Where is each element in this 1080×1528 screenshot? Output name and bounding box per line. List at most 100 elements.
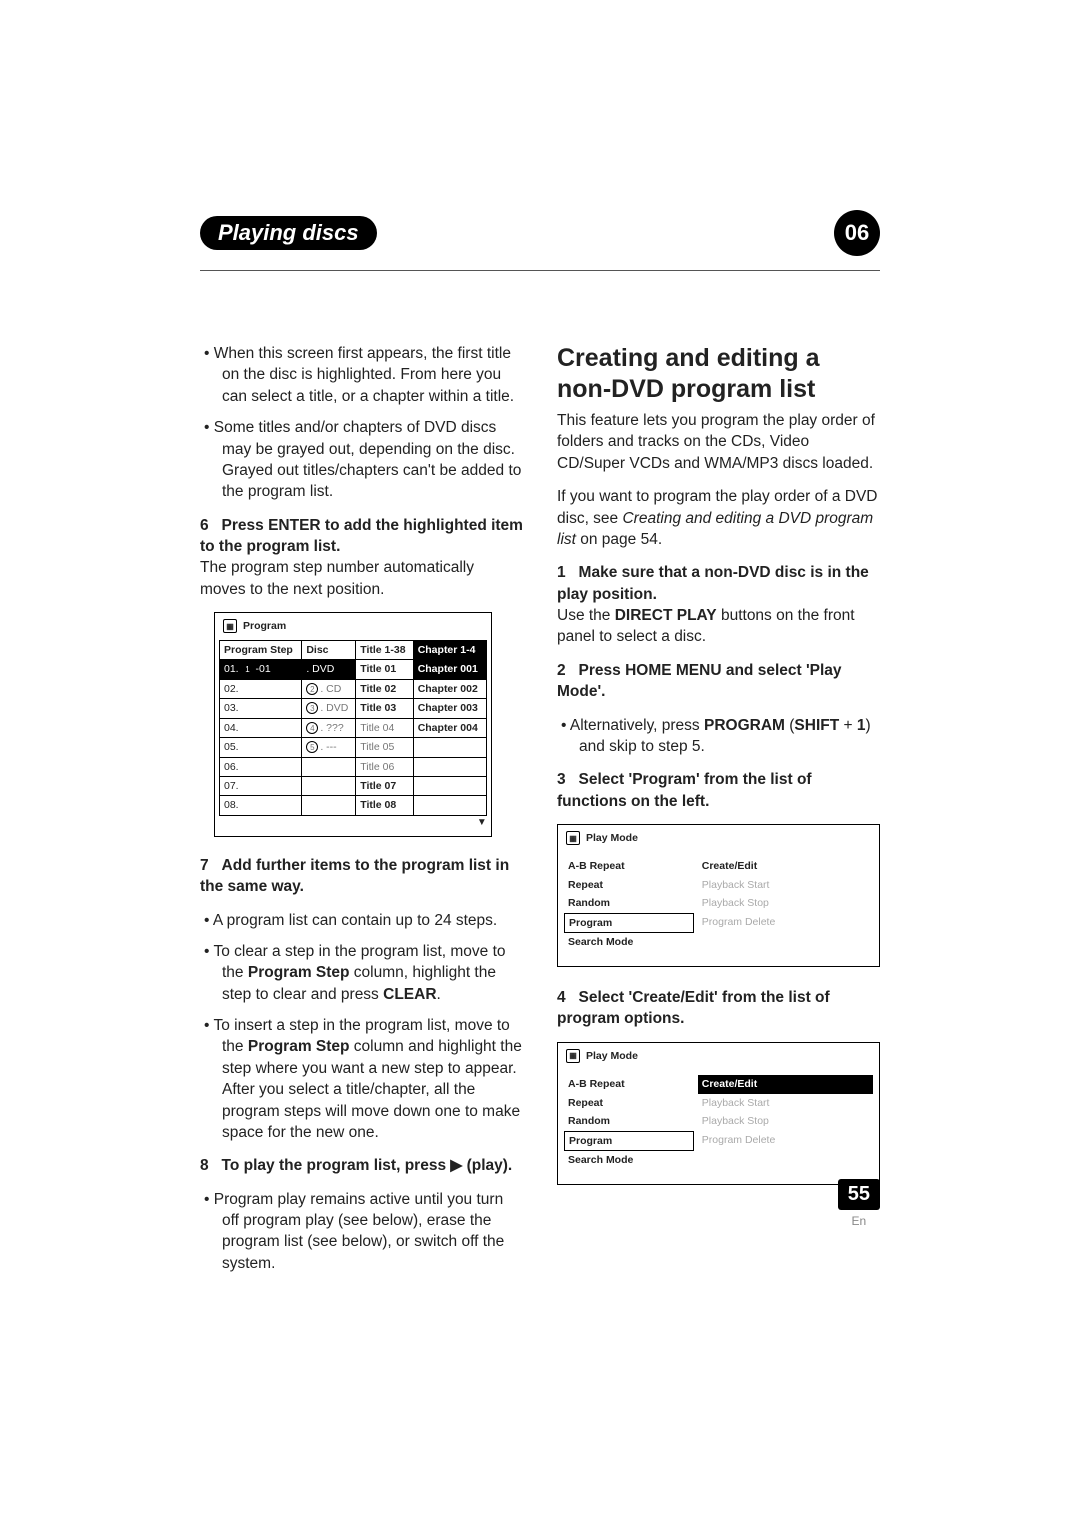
step-8: 8 To play the program list, press ▶ (pla… bbox=[200, 1155, 523, 1176]
scroll-down-indicator: ▼ bbox=[219, 816, 487, 830]
play-mode-title: ▦ Play Mode bbox=[558, 1043, 879, 1069]
text: Alternatively, press bbox=[570, 717, 704, 734]
play-mode-right-item: Playback Stop bbox=[698, 894, 873, 912]
page: Playing discs 06 When this screen first … bbox=[0, 0, 1080, 1528]
right-column: Creating and editing a non-DVD program l… bbox=[557, 343, 880, 1286]
play-mode-right-list: Create/EditPlayback StartPlayback StopPr… bbox=[698, 1075, 873, 1169]
list-item: To insert a step in the program list, mo… bbox=[222, 1015, 523, 1143]
cell-step: 02. bbox=[220, 679, 302, 698]
play-mode-left-item: Repeat bbox=[564, 1094, 694, 1112]
step-7-bullets: A program list can contain up to 24 step… bbox=[200, 910, 523, 1144]
step-2: 2 Press HOME MENU and select 'Play Mode'… bbox=[557, 660, 880, 703]
step-number: 4 bbox=[557, 989, 566, 1006]
header-rule bbox=[200, 270, 880, 271]
text-bold: 1 bbox=[857, 717, 866, 734]
cell-step: 06. bbox=[220, 757, 302, 776]
play-mode-left-item: A-B Repeat bbox=[564, 857, 694, 875]
play-mode-right-item: Create/Edit bbox=[698, 857, 873, 875]
text-bold: PROGRAM bbox=[704, 717, 785, 734]
paragraph: This feature lets you program the play o… bbox=[557, 410, 880, 474]
step-heading: To play the program list, press ▶ (play)… bbox=[222, 1157, 513, 1174]
play-mode-left-item: Random bbox=[564, 894, 694, 912]
play-mode-left-list: A-B RepeatRepeatRandomProgramSearch Mode bbox=[564, 857, 694, 951]
col-disc: Disc bbox=[302, 640, 356, 659]
play-mode-icon: ▦ bbox=[566, 831, 580, 845]
cell-disc bbox=[302, 796, 356, 815]
cell-title: Title 08 bbox=[356, 796, 413, 815]
col-title: Title 1-38 bbox=[356, 640, 413, 659]
cell-chapter: Chapter 001 bbox=[413, 660, 486, 679]
step-number: 6 bbox=[200, 517, 209, 534]
play-mode-right-item: Playback Start bbox=[698, 876, 873, 894]
cell-disc: . DVD bbox=[302, 660, 356, 679]
page-number: 55 bbox=[838, 1179, 880, 1210]
cell-chapter: Chapter 002 bbox=[413, 679, 486, 698]
list-item: Program play remains active until you tu… bbox=[222, 1189, 523, 1275]
play-mode-title-label: Play Mode bbox=[586, 1049, 638, 1063]
cell-disc: 4. ??? bbox=[302, 718, 356, 737]
play-mode-ui-box-1: ▦ Play Mode A-B RepeatRepeatRandomProgra… bbox=[557, 824, 880, 967]
content-columns: When this screen first appears, the firs… bbox=[200, 343, 880, 1286]
cell-title: Title 05 bbox=[356, 738, 413, 757]
col-program-step: Program Step bbox=[220, 640, 302, 659]
play-mode-right-item: Playback Stop bbox=[698, 1112, 873, 1130]
program-table-header-row: Program Step Disc Title 1-38 Chapter 1-4 bbox=[220, 640, 487, 659]
cell-disc bbox=[302, 777, 356, 796]
play-mode-icon: ▦ bbox=[566, 1049, 580, 1063]
text-bold: Program Step bbox=[248, 964, 350, 981]
step-8-bullets: Program play remains active until you tu… bbox=[200, 1189, 523, 1275]
step-heading: Make sure that a non-DVD disc is in the … bbox=[557, 564, 869, 602]
text: on page 54. bbox=[576, 531, 662, 548]
text-bold: Program Step bbox=[248, 1038, 350, 1055]
intro-bullet: Some titles and/or chapters of DVD discs… bbox=[222, 417, 523, 503]
page-footer: 55 En bbox=[838, 1179, 880, 1228]
intro-bullet: When this screen first appears, the firs… bbox=[222, 343, 523, 407]
play-mode-left-item: Search Mode bbox=[564, 933, 694, 951]
play-mode-right-item: Create/Edit bbox=[698, 1075, 873, 1093]
cell-chapter bbox=[413, 777, 486, 796]
step-1: 1 Make sure that a non-DVD disc is in th… bbox=[557, 562, 880, 648]
table-row: 06. Title 06 bbox=[220, 757, 487, 776]
left-column: When this screen first appears, the firs… bbox=[200, 343, 523, 1286]
cell-step: 07. bbox=[220, 777, 302, 796]
table-row: 03.3. DVDTitle 03Chapter 003 bbox=[220, 699, 487, 718]
text: ( bbox=[785, 717, 794, 734]
cell-title: Title 06 bbox=[356, 757, 413, 776]
play-mode-right-item: Program Delete bbox=[698, 913, 873, 931]
cell-step: 03. bbox=[220, 699, 302, 718]
paragraph: If you want to program the play order of… bbox=[557, 486, 880, 550]
play-mode-ui-box-2: ▦ Play Mode A-B RepeatRepeatRandomProgra… bbox=[557, 1042, 880, 1185]
table-row: 07.Title 07 bbox=[220, 777, 487, 796]
chapter-number-badge: 06 bbox=[834, 210, 880, 256]
play-mode-right-list: Create/EditPlayback StartPlayback StopPr… bbox=[698, 857, 873, 951]
play-mode-body: A-B RepeatRepeatRandomProgramSearch Mode… bbox=[558, 851, 879, 965]
cell-disc: 2. CD bbox=[302, 679, 356, 698]
text-bold: SHIFT bbox=[794, 717, 839, 734]
step-heading: Select 'Program' from the list of functi… bbox=[557, 771, 812, 809]
step-body: The program step number automatically mo… bbox=[200, 559, 474, 597]
text-bold: CLEAR bbox=[383, 986, 436, 1003]
program-table-wrap: Program Step Disc Title 1-38 Chapter 1-4… bbox=[215, 640, 491, 836]
cell-chapter: Chapter 003 bbox=[413, 699, 486, 718]
step-4: 4 Select 'Create/Edit' from the list of … bbox=[557, 987, 880, 1030]
cell-title: Title 02 bbox=[356, 679, 413, 698]
play-mode-title: ▦ Play Mode bbox=[558, 825, 879, 851]
step-heading: Select 'Create/Edit' from the list of pr… bbox=[557, 989, 830, 1027]
play-mode-left-item: Repeat bbox=[564, 876, 694, 894]
step-number: 3 bbox=[557, 771, 566, 788]
list-item: To clear a step in the program list, mov… bbox=[222, 941, 523, 1005]
step-6: 6 Press ENTER to add the highlighted ite… bbox=[200, 515, 523, 601]
cell-step: 01. 1-01 bbox=[220, 660, 302, 679]
cell-chapter: Chapter 004 bbox=[413, 718, 486, 737]
step-2-bullets: Alternatively, press PROGRAM (SHIFT + 1)… bbox=[557, 715, 880, 758]
cell-step: 05. bbox=[220, 738, 302, 757]
text-bold: DIRECT PLAY bbox=[615, 607, 717, 624]
program-icon: ▦ bbox=[223, 619, 237, 633]
play-mode-body: A-B RepeatRepeatRandomProgramSearch Mode… bbox=[558, 1069, 879, 1183]
table-row: 02.2. CDTitle 02Chapter 002 bbox=[220, 679, 487, 698]
text: . bbox=[437, 986, 441, 1003]
page-language: En bbox=[838, 1214, 880, 1228]
play-mode-left-item: Program bbox=[564, 1131, 694, 1151]
chapter-header: Playing discs 06 bbox=[200, 210, 880, 256]
step-number: 8 bbox=[200, 1157, 209, 1174]
